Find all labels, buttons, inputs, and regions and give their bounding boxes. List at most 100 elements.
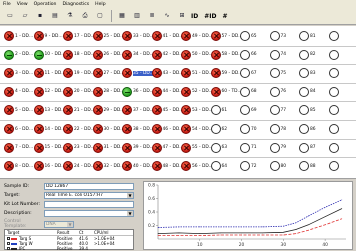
description-select[interactable]: ▼	[44, 210, 134, 217]
well[interactable]: 9 - DD...	[33, 31, 63, 41]
well[interactable]: 36 - DD...	[122, 86, 154, 97]
well[interactable]	[328, 68, 340, 79]
well[interactable]: 67	[240, 68, 257, 79]
well[interactable]: 71	[240, 142, 257, 153]
checkbox-icon[interactable]	[7, 242, 10, 245]
well[interactable]: 76	[269, 86, 286, 97]
well[interactable]: 56 - DD...	[181, 161, 213, 172]
well[interactable]: 14 - DD...	[33, 124, 65, 134]
well[interactable]: 17 - DD...	[63, 31, 95, 41]
well[interactable]: 55 - DD...	[181, 142, 213, 153]
well[interactable]: 39 - DD...	[122, 142, 154, 153]
well[interactable]: 68	[240, 86, 257, 97]
well[interactable]: 30 - DD...	[92, 124, 124, 134]
well[interactable]	[328, 31, 340, 41]
well[interactable]: 32 - DD...	[92, 161, 124, 172]
well[interactable]	[328, 49, 340, 60]
well[interactable]: 62	[210, 124, 227, 134]
well[interactable]: 54 - DD...	[181, 124, 213, 134]
well[interactable]: 74	[269, 49, 286, 60]
well[interactable]: 61	[210, 105, 227, 116]
well[interactable]: 65	[240, 31, 257, 41]
well[interactable]: 15 - DD...	[33, 142, 65, 153]
grid-icon[interactable]: ▦	[116, 10, 128, 22]
well[interactable]: 1 - DD...	[4, 31, 33, 41]
well[interactable]: 59 - DD...	[210, 68, 242, 79]
well[interactable]: 16 - DD...	[33, 161, 65, 172]
well[interactable]: 53 - DD...	[181, 105, 213, 116]
table-row[interactable]: IPC Positive 39.4	[5, 246, 133, 251]
well[interactable]: 43 - DD...	[151, 68, 183, 79]
well[interactable]: 63	[210, 142, 227, 153]
well[interactable]: 85	[299, 105, 316, 116]
well[interactable]: 25 - DD...	[92, 31, 124, 41]
well[interactable]: 78	[269, 124, 286, 134]
well[interactable]: 82	[299, 49, 316, 60]
well[interactable]: 64	[210, 161, 227, 172]
well[interactable]	[328, 142, 340, 153]
well[interactable]: 19 - DD...	[63, 68, 95, 79]
rid-button[interactable]: #ID	[204, 13, 216, 20]
well[interactable]: 45 - DD...	[151, 105, 183, 116]
well[interactable]	[328, 161, 340, 172]
well[interactable]: 44 - DD...	[151, 86, 183, 97]
table-icon[interactable]: ▥	[131, 10, 143, 22]
well[interactable]: 41 - DD...	[151, 31, 183, 41]
well[interactable]: 47 - DD...	[151, 142, 183, 153]
well[interactable]: 38 - DD...	[122, 124, 154, 134]
well[interactable]: 60 - TD...	[210, 86, 242, 97]
well[interactable]: 34 - DD...	[122, 49, 154, 60]
menu-operation[interactable]: Operation	[31, 2, 60, 7]
well[interactable]	[328, 124, 340, 134]
well[interactable]: 5 - DD...	[4, 105, 33, 116]
well[interactable]: 80	[269, 161, 286, 172]
well[interactable]: 22 - DD...	[63, 124, 95, 134]
well[interactable]: 46 - DD...	[151, 124, 183, 134]
save-icon[interactable]: ▪	[34, 10, 46, 22]
well[interactable]: 51 - DD...	[181, 68, 213, 79]
kit-lot-field[interactable]	[44, 201, 134, 208]
amplification-icon[interactable]: ∿	[161, 10, 173, 22]
well[interactable]: 73	[269, 31, 286, 41]
well[interactable]: 31 - DD...	[92, 142, 124, 153]
well[interactable]: 33 - DD...	[122, 31, 154, 41]
well[interactable]: 27 - DD...	[92, 68, 124, 79]
well[interactable]: 3 - DD...	[4, 68, 33, 79]
well[interactable]: 8 - DD...	[4, 161, 33, 172]
well[interactable]: 7 - DD...	[4, 142, 33, 153]
well[interactable]: 12 - DD...	[33, 86, 65, 97]
id-button[interactable]: ID	[191, 13, 198, 20]
well[interactable]: 28 - DD...	[92, 86, 124, 97]
well[interactable]: 10 - DD...	[33, 49, 65, 60]
well[interactable]: 37 - DD...	[122, 105, 154, 116]
well[interactable]: 26 - DD...	[92, 49, 124, 60]
well[interactable]: 49 - DD...	[181, 31, 213, 41]
well[interactable]: 52 - DD...	[181, 86, 213, 97]
open-icon[interactable]: ▱	[19, 10, 31, 22]
well[interactable]: 75	[269, 68, 286, 79]
chevron-down-icon[interactable]: ▼	[127, 211, 133, 216]
well[interactable]: 4 - DD...	[4, 86, 33, 97]
well[interactable]: 11 - DD...	[33, 68, 65, 79]
sample-id-field[interactable]: DD 12867	[44, 183, 134, 190]
print-icon[interactable]: ▤	[49, 10, 61, 22]
new-icon[interactable]: ▭	[4, 10, 16, 22]
menu-file[interactable]: File	[0, 2, 14, 7]
printer-icon[interactable]: ⎙	[79, 10, 91, 22]
well[interactable]: 88	[299, 161, 316, 172]
chevron-down-icon[interactable]: ▼	[127, 193, 133, 198]
well[interactable]: 13 - DD...	[33, 105, 65, 116]
menu-diagnostics[interactable]: Diagnostics	[59, 2, 92, 7]
menu-help[interactable]: Help	[92, 2, 108, 7]
checkbox-icon[interactable]	[7, 247, 10, 250]
well[interactable]: 24 - DD...	[63, 161, 95, 172]
well[interactable]: 18 - DD...	[63, 49, 95, 60]
well[interactable]: 35 - DD...	[122, 68, 154, 79]
chart-icon[interactable]: ⚗	[64, 10, 76, 22]
well[interactable]: 86	[299, 124, 316, 134]
menu-view[interactable]: View	[14, 2, 31, 7]
well[interactable]: 29 - DD...	[92, 105, 124, 116]
preview-icon[interactable]: ▢	[94, 10, 106, 22]
well[interactable]: 69	[240, 105, 257, 116]
well[interactable]	[328, 105, 340, 116]
